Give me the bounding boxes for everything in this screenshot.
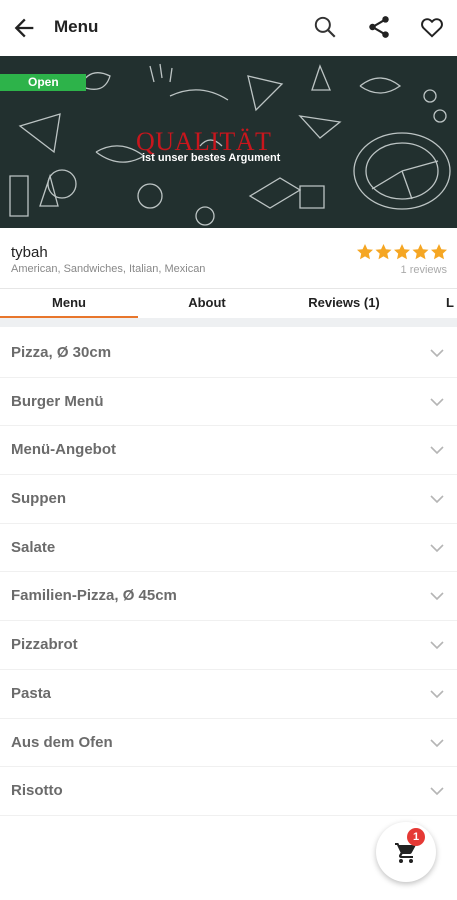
menu-category-row[interactable]: Suppen xyxy=(0,475,457,524)
chevron-down-icon xyxy=(430,349,444,358)
chevron-down-icon xyxy=(430,544,444,552)
tab-more[interactable]: L xyxy=(446,289,457,319)
restaurant-name: tybah xyxy=(11,244,48,261)
menu-category-row[interactable]: Risotto xyxy=(0,767,457,816)
menu-category-row[interactable]: Burger Menü xyxy=(0,378,457,427)
menu-category-list: Pizza, Ø 30cm Burger Menü Menü-Angebot Supp… xyxy=(0,329,457,816)
chevron-down-icon xyxy=(430,787,444,796)
chevron-down-icon xyxy=(430,592,444,601)
page-title: Menu xyxy=(54,17,99,36)
menu-category-row[interactable]: Familien-Pizza, Ø 45cm xyxy=(0,572,457,622)
menu-category-label: Aus dem Ofen xyxy=(11,733,113,751)
rating-stars-icon xyxy=(357,244,447,260)
cuisine-list: American, Sandwiches, Italian, Mexican xyxy=(11,263,206,275)
back-arrow-icon[interactable] xyxy=(10,14,38,42)
chevron-down-icon xyxy=(430,690,444,698)
top-app-bar: Menu xyxy=(0,0,457,56)
open-status-badge: Open xyxy=(0,74,86,91)
tab-about[interactable]: About xyxy=(138,289,276,319)
review-count[interactable]: 1 reviews xyxy=(401,264,447,276)
cart-button[interactable]: 1 xyxy=(376,822,436,882)
menu-category-label: Salate xyxy=(11,538,56,556)
menu-category-label: Pasta xyxy=(11,684,52,702)
menu-category-label: Pizza, Ø 30cm xyxy=(11,344,112,361)
search-icon[interactable] xyxy=(312,14,338,40)
menu-category-label: Suppen xyxy=(11,490,66,508)
share-icon[interactable] xyxy=(366,14,392,40)
menu-category-label: Menü-Angebot xyxy=(11,441,116,459)
chevron-down-icon xyxy=(430,641,444,650)
menu-category-label: Risotto xyxy=(11,782,63,800)
chevron-down-icon xyxy=(430,495,444,504)
restaurant-banner-image: Open QUALITÄT ist unser bestes Argument xyxy=(0,56,457,228)
menu-category-row[interactable]: Menü-Angebot xyxy=(0,426,457,476)
cart-count-badge: 1 xyxy=(407,828,425,846)
menu-category-label: Pizzabrot xyxy=(11,636,78,654)
chevron-down-icon xyxy=(430,446,444,455)
menu-category-label: Familien-Pizza, Ø 45cm xyxy=(11,587,177,605)
menu-category-row[interactable]: Pasta xyxy=(0,670,457,719)
restaurant-info: tybah American, Sandwiches, Italian, Mex… xyxy=(0,236,457,286)
section-divider xyxy=(0,318,457,327)
menu-category-label: Burger Menü xyxy=(11,392,104,410)
tab-bar: Menu About Reviews (1) L xyxy=(0,288,457,319)
menu-category-row[interactable]: Pizzabrot xyxy=(0,621,457,670)
menu-category-row[interactable]: Aus dem Ofen xyxy=(0,719,457,768)
tab-menu[interactable]: Menu xyxy=(0,289,138,319)
heart-icon[interactable] xyxy=(419,14,445,40)
chevron-down-icon xyxy=(430,738,444,747)
tab-reviews[interactable]: Reviews (1) xyxy=(276,289,412,319)
chevron-down-icon xyxy=(430,398,444,406)
menu-category-row[interactable]: Pizza, Ø 30cm xyxy=(0,329,457,378)
banner-subline: ist unser bestes Argument xyxy=(142,152,281,164)
menu-category-row[interactable]: Salate xyxy=(0,524,457,573)
